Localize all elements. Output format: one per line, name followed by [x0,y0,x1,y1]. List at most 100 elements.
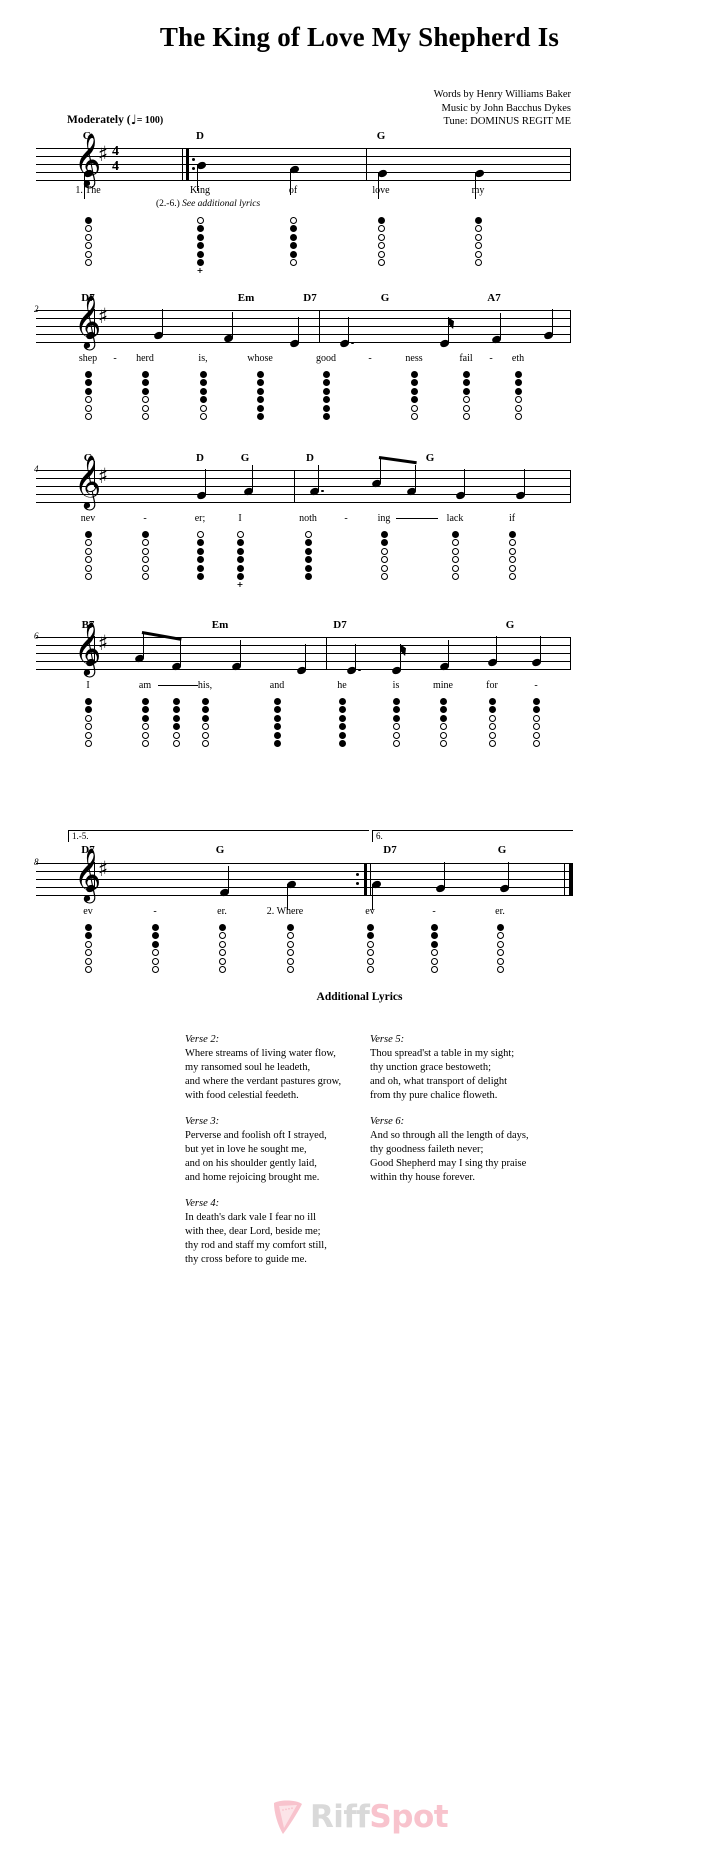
chord-symbol: G [240,452,250,464]
verse-line: from thy pure chalice floweth. [370,1090,498,1101]
fingering-diagram [83,531,93,581]
verse-heading: Verse 2: [185,1034,220,1045]
verse-line: Good Shepherd may I sing thy praise [370,1158,527,1169]
ending-label: 1.-5. [72,831,89,841]
repeat-dot [192,167,195,170]
lyric-syllable: - [143,513,147,524]
beam [141,631,182,641]
barline [294,470,295,503]
lyric-syllable: noth [299,513,317,524]
staff-line [36,879,571,880]
final-barline-thin [564,863,565,896]
staff-line [36,863,571,864]
lyric-syllable: for [486,680,498,691]
lyric-syllable: he [337,680,347,691]
barline-start [570,148,571,181]
staff-line [36,318,571,319]
alt-verses-text: See additional lyrics [182,199,261,209]
fingering-diagram [495,924,505,974]
lyric-syllable: lack [446,513,464,524]
key-signature-sharp-icon: ♯ [98,857,109,881]
melisma-line [158,685,198,686]
fingering-diagram [272,698,282,748]
key-signature-sharp-icon: ♯ [98,304,109,328]
lyric-syllable: - [344,513,348,524]
page-title: The King of Love My Shepherd Is [159,22,560,52]
verse-line: with thee, dear Lord, beside me; [185,1226,321,1237]
staff-line [36,326,571,327]
fingering-diagram [255,371,265,421]
verse-line: thy cross before to guide me. [185,1254,307,1265]
staff-line [36,310,571,311]
lyric-syllable: fail [459,353,473,364]
verse-block-6: Verse 6: And so through all the length o… [370,1115,529,1185]
fingering-diagram [513,371,523,421]
lyric-syllable: whose [247,353,273,364]
fingering-diagram [285,924,295,974]
lyric-syllable: if [508,513,516,524]
chord-symbol: D7 [333,619,347,631]
lyric-syllable: ness [405,353,423,364]
fingering-diagram [409,371,419,421]
additional-lyrics-title: Additional Lyrics [316,991,403,1003]
fingering-diagram [379,531,389,581]
guitar-pick-icon [271,1798,305,1836]
fingering-diagram [429,924,439,974]
fingering-diagram [217,924,227,974]
barline [319,310,320,343]
chord-symbol: A7 [487,292,501,304]
lyric-syllable: mine [433,680,453,691]
fingering-diagram [438,698,448,748]
lyric-syllable: - [432,906,436,917]
verse-line: Thou spread'st a table in my sight; [370,1048,515,1059]
staff-line [36,637,571,638]
lyric-syllable: er. [217,906,227,917]
staff-line [36,502,571,503]
key-signature-sharp-icon: ♯ [98,464,109,488]
ending-bracket-2: 6. [372,830,573,842]
repeat-barline-thin [182,148,183,181]
staff-line [36,645,571,646]
tempo-text: Moderately [67,114,124,126]
tempo-bpm: = 100) [136,115,164,126]
lyric-syllable: - [368,353,372,364]
staff-line [36,180,571,181]
fingering-diagram [337,698,347,748]
fingering-diagram [507,531,517,581]
verse-block-4: Verse 4: In death's dark vale I fear no … [185,1197,327,1267]
staff-line [36,334,571,335]
chord-symbol: B7 [81,619,95,631]
verse-block-5: Verse 5: Thou spread'st a table in my si… [370,1033,514,1103]
lyric-syllable: - [153,906,157,917]
fingering-diagram [140,698,150,748]
staff-line [36,342,571,343]
verse-heading: Verse 5: [370,1034,405,1045]
sheet-music-page: The King of Love My Shepherd Is Words by… [0,0,719,1860]
fingering-diagram: + [235,531,245,589]
tempo-paren-open: ( [126,114,131,126]
staff-lines: 𝄞 ♯ [36,456,571,504]
staff-line [36,478,571,479]
chord-symbol: G [380,292,390,304]
final-barline-thick [569,863,573,896]
fingering-diagram [140,371,150,421]
verse-line: and oh, what transport of delight [370,1076,508,1087]
verse-line: Where streams of living water flow, [185,1048,336,1059]
barline [366,148,367,181]
barline [570,310,571,343]
staff-line [36,653,571,654]
verse-line: And so through all the length of days, [370,1130,529,1141]
chord-symbol: G [83,452,93,464]
chord-symbol: Em [237,292,255,304]
fingering-diagram [195,531,205,581]
chord-symbol: Em [211,619,229,631]
staff-lines: 𝄞 ♯ [36,851,573,910]
lyric-syllable: shep [78,353,98,364]
ending-label: 6. [376,831,383,841]
repeat-barline-thick [364,863,367,896]
repeat-dot [356,882,359,885]
fingering-diagram [288,217,298,267]
alt-verses-number: (2.-6.) [156,199,180,209]
fingering-diagram [83,217,93,267]
riffspot-logo[interactable]: RiffSpot [0,1798,719,1844]
